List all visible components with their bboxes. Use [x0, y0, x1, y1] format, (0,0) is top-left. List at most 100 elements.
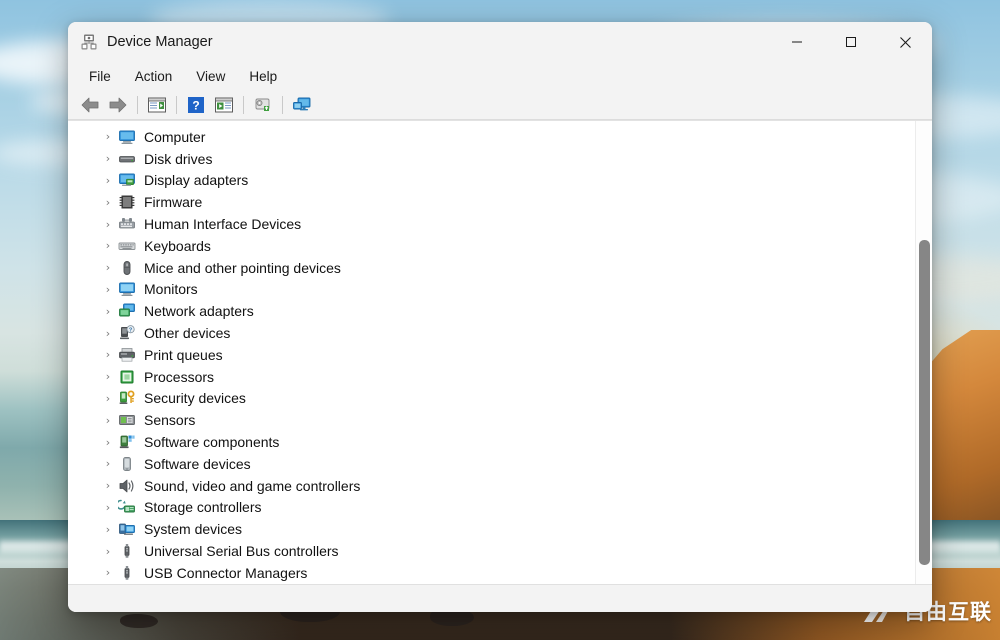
show-hidden-devices-button[interactable] — [288, 92, 316, 118]
tree-row[interactable]: ›Sound, video and game controllers — [68, 475, 915, 497]
minimize-icon — [791, 36, 803, 48]
tree-item-label: Human Interface Devices — [144, 216, 301, 232]
chevron-right-icon[interactable]: › — [100, 197, 116, 208]
title-bar-left: Device Manager — [68, 33, 770, 51]
chevron-right-icon[interactable]: › — [100, 131, 116, 142]
maximize-icon — [845, 36, 857, 48]
tree-item-label: Security devices — [144, 390, 246, 406]
chevron-right-icon[interactable]: › — [100, 393, 116, 404]
tree-row[interactable]: › Monitors — [68, 279, 915, 301]
processor-chip-icon — [118, 368, 136, 386]
other-device-question-icon: ? — [118, 324, 136, 342]
chevron-right-icon[interactable]: › — [100, 153, 116, 164]
forward-button[interactable] — [104, 92, 132, 118]
speaker-sound-icon — [118, 477, 136, 495]
tree-row[interactable]: › Storage controllers — [68, 497, 915, 519]
security-key-icon — [118, 389, 136, 407]
window-title: Device Manager — [107, 34, 213, 50]
network-adapter-icon — [118, 302, 136, 320]
close-icon — [899, 36, 912, 49]
tree-row[interactable]: ›System devices — [68, 518, 915, 540]
software-component-icon — [118, 433, 136, 451]
tree-row[interactable]: ›Display adapters — [68, 170, 915, 192]
tree-item-label: Monitors — [144, 281, 198, 297]
chevron-right-icon[interactable]: › — [100, 458, 116, 469]
maximize-button[interactable] — [824, 22, 878, 62]
tree-row[interactable]: ›Mice and other pointing devices — [68, 257, 915, 279]
chevron-right-icon[interactable]: › — [100, 546, 116, 557]
chevron-right-icon[interactable]: › — [100, 219, 116, 230]
properties-icon — [147, 96, 167, 114]
toolbar: ? — [68, 90, 932, 120]
help-question-icon: ? — [187, 96, 205, 114]
tree-row[interactable]: › Keyboards — [68, 235, 915, 257]
tree-item-label: Print queues — [144, 347, 223, 363]
tree-item-label: Software devices — [144, 456, 251, 472]
chevron-right-icon[interactable]: › — [100, 262, 116, 273]
back-arrow-icon — [80, 96, 100, 114]
minimize-button[interactable] — [770, 22, 824, 62]
close-button[interactable] — [878, 22, 932, 62]
chevron-right-icon[interactable]: › — [100, 306, 116, 317]
chevron-right-icon[interactable]: › — [100, 502, 116, 513]
firmware-chip-icon — [118, 193, 136, 211]
monitor-icon — [118, 280, 136, 298]
tree-row[interactable]: ›Processors — [68, 366, 915, 388]
toolbar-separator — [137, 96, 138, 114]
tree-row[interactable]: › Human Interface Devices — [68, 213, 915, 235]
tree-row[interactable]: ›Disk drives — [68, 148, 915, 170]
menu-action[interactable]: Action — [124, 66, 184, 87]
chevron-right-icon[interactable]: › — [100, 480, 116, 491]
tree-row[interactable]: › Software devices — [68, 453, 915, 475]
menu-help[interactable]: Help — [238, 66, 288, 87]
menu-file[interactable]: File — [78, 66, 122, 87]
back-button[interactable] — [76, 92, 104, 118]
scan-hardware-icon — [253, 96, 273, 114]
chevron-right-icon[interactable]: › — [100, 567, 116, 578]
chevron-right-icon[interactable]: › — [100, 284, 116, 295]
menu-view[interactable]: View — [185, 66, 236, 87]
chevron-right-icon[interactable]: › — [100, 328, 116, 339]
hid-device-icon — [118, 215, 136, 233]
tree-item-label: Keyboards — [144, 238, 211, 254]
tree-item-label: Computer — [144, 129, 205, 145]
tree-row[interactable]: › Sensors — [68, 409, 915, 431]
chevron-right-icon[interactable]: › — [100, 349, 116, 360]
chevron-right-icon[interactable]: › — [100, 240, 116, 251]
monitor-devices-icon — [292, 96, 312, 114]
display-adapter-icon — [118, 171, 136, 189]
device-manager-icon — [80, 33, 98, 51]
tree-item-label: Firmware — [144, 194, 202, 210]
tree-row[interactable]: › Firmware — [68, 191, 915, 213]
tree-row[interactable]: ›Universal Serial Bus controllers — [68, 540, 915, 562]
help-button[interactable]: ? — [182, 92, 210, 118]
update-driver-button[interactable] — [210, 92, 238, 118]
tree-row[interactable]: ›USB Connector Managers — [68, 562, 915, 584]
properties-button[interactable] — [143, 92, 171, 118]
tree-row[interactable]: ›Software components — [68, 431, 915, 453]
chevron-right-icon[interactable]: › — [100, 524, 116, 535]
tree-row[interactable]: › Security devices — [68, 388, 915, 410]
chevron-right-icon[interactable]: › — [100, 415, 116, 426]
vertical-scrollbar[interactable] — [915, 121, 932, 584]
tree-item-label: Other devices — [144, 325, 230, 341]
tree-item-label: Sensors — [144, 412, 195, 428]
tree-row[interactable]: › Print queues — [68, 344, 915, 366]
tree-row[interactable]: ›? Other devices — [68, 322, 915, 344]
chevron-right-icon[interactable]: › — [100, 371, 116, 382]
chevron-right-icon[interactable]: › — [100, 437, 116, 448]
tree-row[interactable]: › Network adapters — [68, 300, 915, 322]
toolbar-separator — [176, 96, 177, 114]
device-tree[interactable]: › Computer ›Disk drives›Display adapters › F… — [68, 121, 915, 584]
keyboard-icon — [118, 237, 136, 255]
chevron-right-icon[interactable]: › — [100, 175, 116, 186]
device-manager-window: Device Manager File Action — [68, 22, 932, 612]
tree-item-label: Storage controllers — [144, 499, 262, 515]
scrollbar-thumb[interactable] — [919, 240, 930, 565]
computer-monitor-icon — [118, 128, 136, 146]
content-area: › Computer ›Disk drives›Display adapters › F… — [68, 120, 932, 584]
tree-row[interactable]: › Computer — [68, 126, 915, 148]
forward-arrow-icon — [108, 96, 128, 114]
scan-hardware-button[interactable] — [249, 92, 277, 118]
tree-item-label: Network adapters — [144, 303, 254, 319]
